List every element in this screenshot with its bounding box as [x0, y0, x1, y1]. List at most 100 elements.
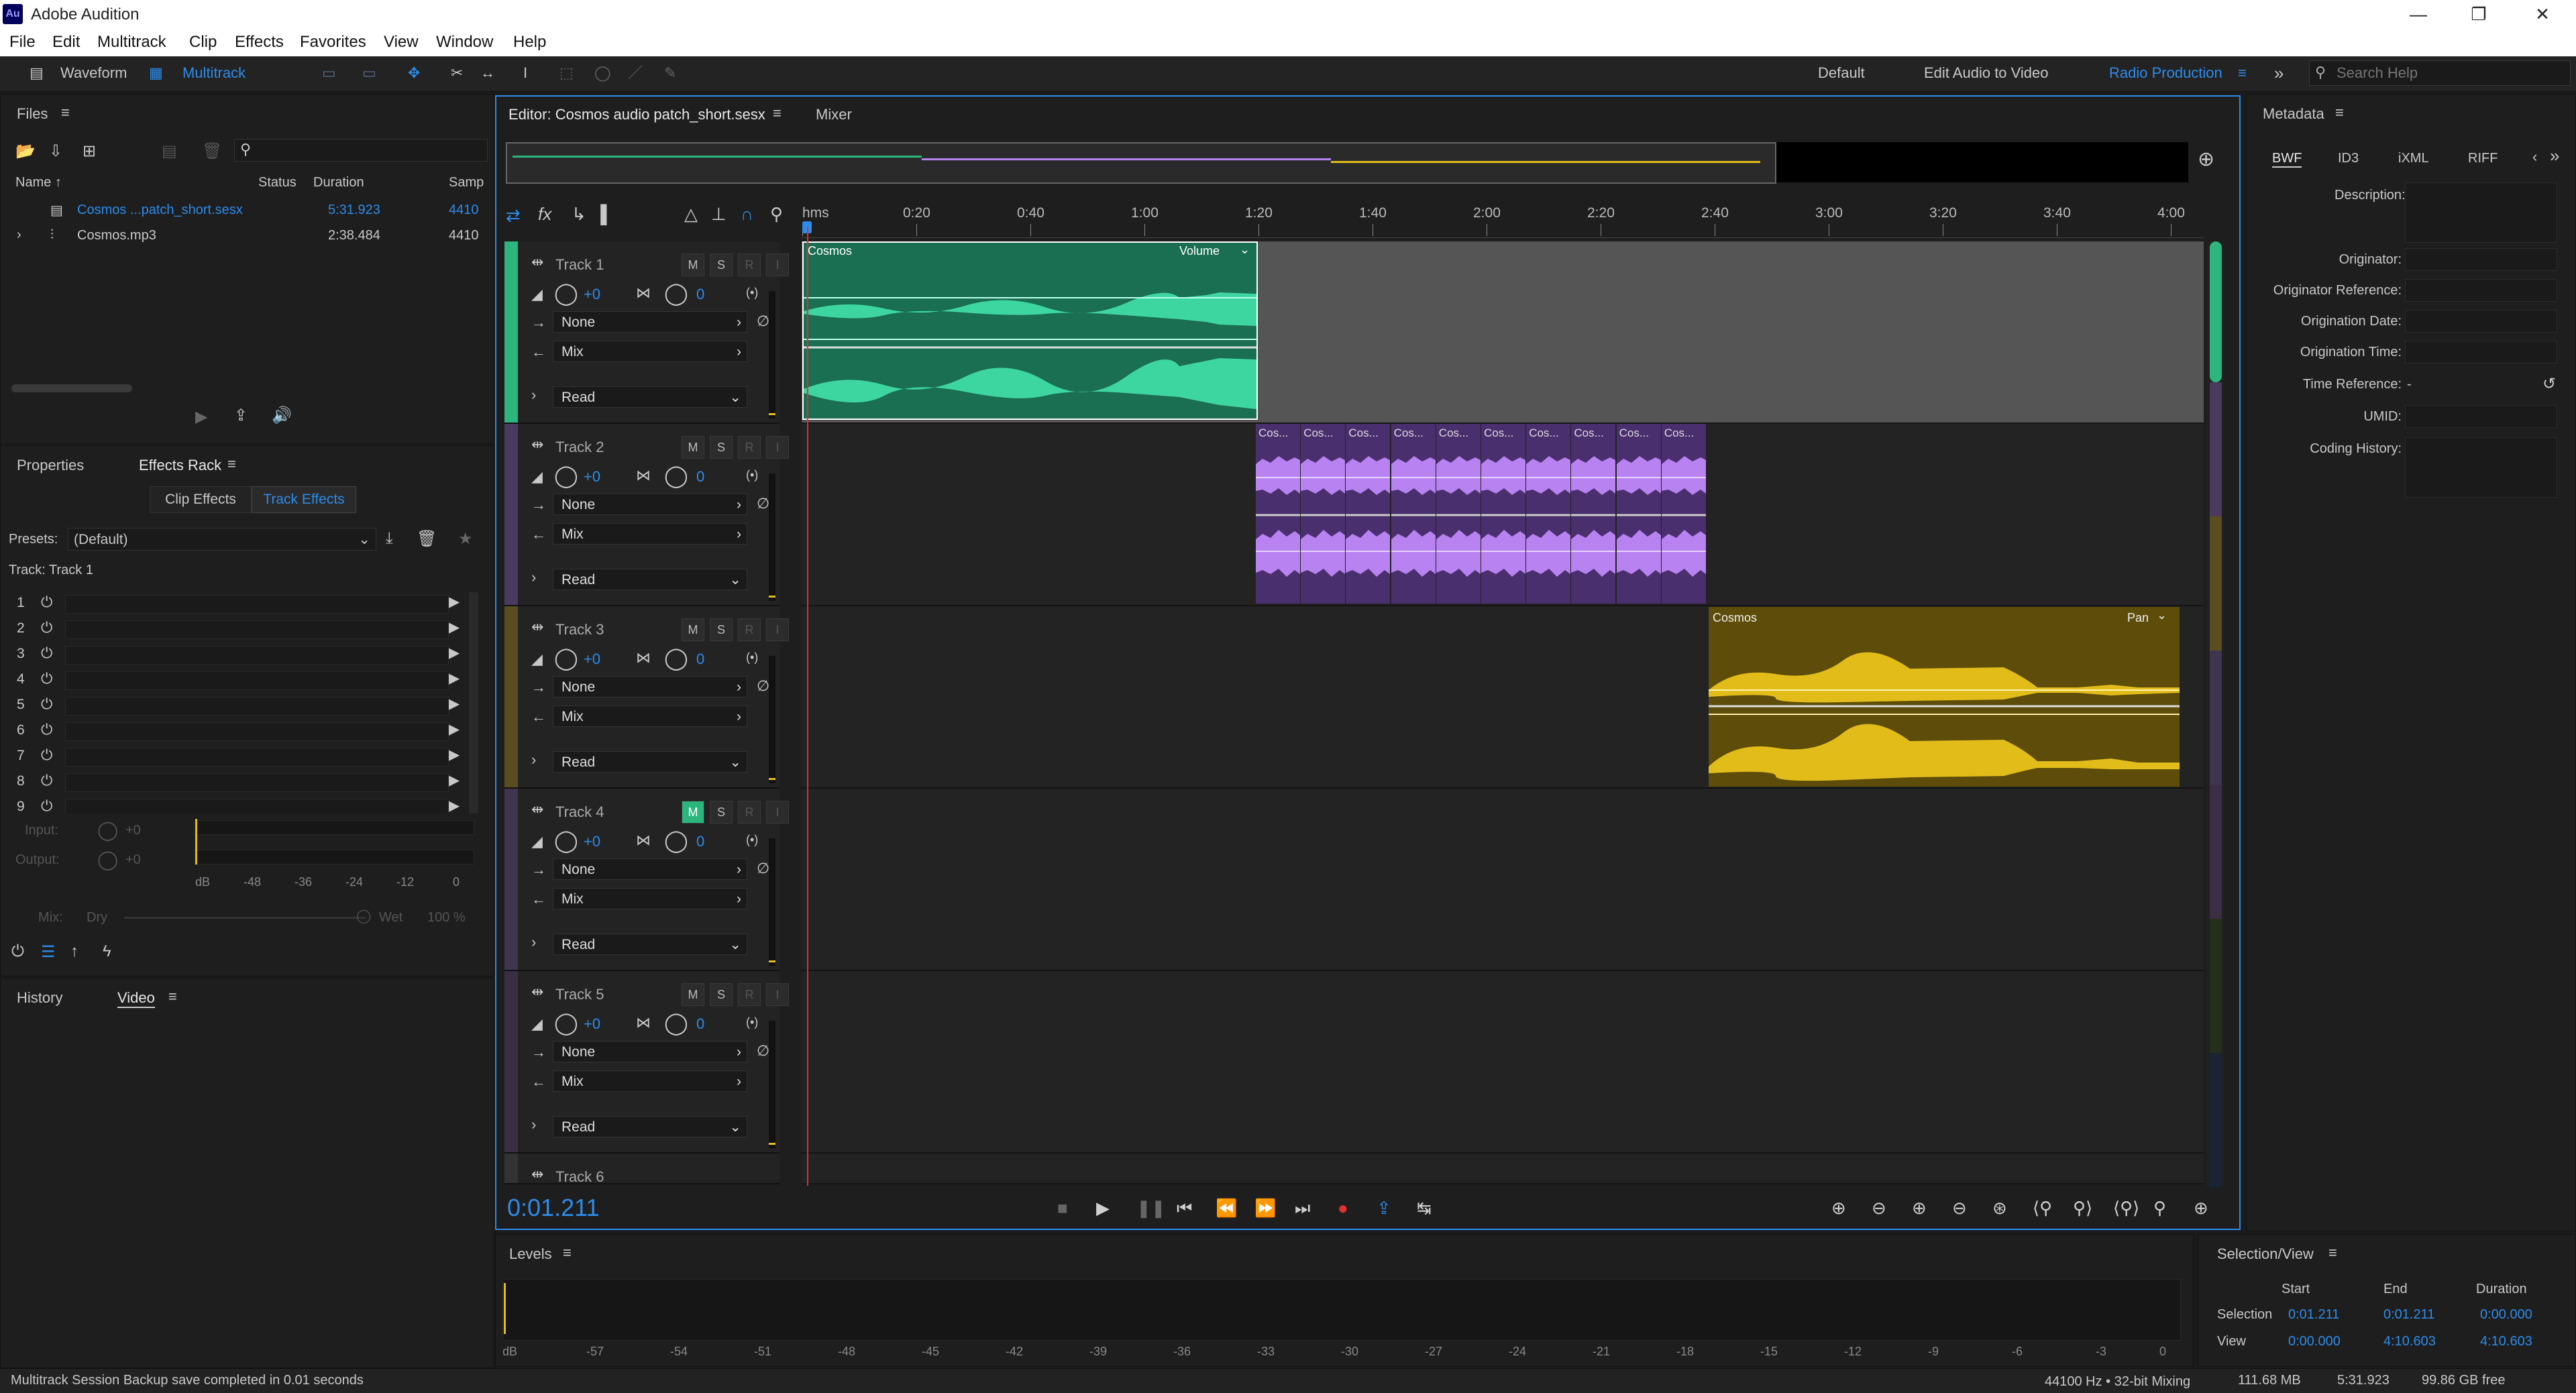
slot-field[interactable] [65, 722, 449, 741]
effect-slot[interactable]: 3 ⏻ ▶ [14, 643, 460, 666]
pan-value[interactable]: 0 [696, 651, 704, 668]
zoom-tracks-icon[interactable]: ⊕ [2194, 1198, 2208, 1219]
track-move-icon[interactable]: ⇹ [531, 436, 543, 453]
track-input-select[interactable]: None › [553, 858, 747, 880]
volume-value[interactable]: +0 [584, 651, 600, 668]
power-icon[interactable]: ⏻ [41, 797, 52, 814]
track-nav-6[interactable] [2210, 919, 2222, 1053]
expand-icon[interactable]: › [531, 569, 536, 586]
tab-video[interactable]: Video [117, 989, 155, 1008]
spectral-pitch-icon[interactable]: ▭ [362, 62, 376, 85]
power-icon[interactable]: ⏻ [41, 772, 52, 789]
pan-knob[interactable]: ◯ [664, 1010, 688, 1036]
track-header[interactable]: ⇹ Track 6 [504, 1154, 780, 1185]
snap-icon[interactable]: ⊥ [711, 204, 727, 225]
orig-ref-field[interactable] [2405, 279, 2557, 302]
zoom-full-icon[interactable]: ⊛ [1992, 1198, 2007, 1219]
input-knob[interactable]: ◯ [97, 819, 118, 841]
levels-menu-icon[interactable]: ≡ [563, 1244, 572, 1262]
metadata-tab-bwf[interactable]: BWF [2272, 151, 2302, 168]
menu-favorites[interactable]: Favorites [300, 33, 366, 52]
track-name[interactable]: Track 3 [555, 621, 604, 638]
slot-field[interactable] [65, 620, 449, 639]
slots-scrollbar[interactable] [469, 592, 478, 814]
clip-segment-track2[interactable]: Cos... [1661, 424, 1707, 604]
pan-value[interactable]: 0 [696, 833, 704, 850]
record-arm-button[interactable]: R [738, 254, 761, 276]
automation-mode-select[interactable]: Read ⌄ [553, 569, 747, 590]
slot-field[interactable] [65, 671, 449, 690]
track-header[interactable]: ⇹ Track 1 M S R I ◢ ◯ +0 ⋈ ◯ 0 (•) → None › ∅ ← Mix › › Read ⌄ [504, 241, 789, 424]
multitrack-button[interactable]: Multitrack [182, 62, 246, 85]
loop-playback-button[interactable]: ⇪ [1377, 1198, 1391, 1219]
clip-cosmos-track3[interactable]: Cosmos Pan ⌄ [1708, 606, 2180, 787]
record-arm-button[interactable]: R [738, 618, 761, 641]
view-start[interactable]: 0:00.000 [2288, 1334, 2341, 1349]
slot-field[interactable] [65, 595, 449, 614]
track-output-select[interactable]: Mix › [553, 341, 747, 362]
track-output-select[interactable]: Mix › [553, 706, 747, 727]
maximize-button[interactable]: ❐ [2449, 1, 2509, 27]
menu-file[interactable]: File [9, 33, 36, 52]
editor-menu-icon[interactable]: ≡ [773, 105, 782, 122]
solo-button[interactable]: S [710, 618, 733, 641]
effect-slot[interactable]: 7 ⏻ ▶ [14, 745, 460, 768]
workspace-default[interactable]: Default [1818, 62, 1865, 85]
volume-knob[interactable]: ◯ [554, 645, 578, 671]
monitor-input-button[interactable]: I [766, 254, 789, 276]
automation-mode-select[interactable]: Read ⌄ [553, 934, 747, 955]
slot-field[interactable] [65, 748, 449, 767]
track-move-icon[interactable]: ⇹ [531, 254, 543, 271]
delete-icon[interactable]: 🗑 [202, 142, 222, 161]
automation-mode-select[interactable]: Read ⌄ [553, 1116, 747, 1137]
mute-button[interactable]: M [682, 801, 704, 824]
selection-start[interactable]: 0:01.211 [2288, 1307, 2339, 1323]
search-input[interactable] [2335, 62, 2559, 84]
list-icon[interactable]: ☰ [41, 942, 56, 962]
zoom-to-selection-icon[interactable]: ⊕ [2198, 148, 2214, 171]
track-nav-1[interactable] [2210, 241, 2222, 382]
volume-value[interactable]: +0 [584, 833, 600, 850]
vertical-scroll-track[interactable] [2207, 241, 2224, 1187]
rewind-button[interactable]: ⏪ [1216, 1198, 1237, 1219]
phase-icon[interactable]: ∅ [757, 1042, 769, 1060]
lasso-icon[interactable]: ◯ [594, 62, 611, 85]
phase-icon[interactable]: ∅ [757, 313, 769, 330]
solo-button[interactable]: S [710, 436, 733, 459]
track-output-select[interactable]: Mix › [553, 888, 747, 909]
track-name[interactable]: Track 5 [555, 986, 604, 1003]
track-input-select[interactable]: None › [553, 676, 747, 698]
workspace-radio[interactable]: Radio Production [2109, 62, 2222, 85]
minimize-button[interactable]: — [2388, 1, 2449, 27]
description-field[interactable] [2405, 182, 2557, 243]
tab-effects-rack[interactable]: Effects Rack [139, 457, 221, 474]
zoom-in-amplitude-icon[interactable]: ⊕ [1831, 1198, 1846, 1219]
track-nav-5[interactable] [2210, 785, 2222, 919]
menu-edit[interactable]: Edit [52, 33, 80, 52]
track-header[interactable]: ⇹ Track 4 M S R I ◢ ◯ +0 ⋈ ◯ 0 (•) → None › ∅ ← Mix › › Read ⌄ [504, 789, 789, 971]
mute-button[interactable]: M [682, 618, 704, 641]
new-file-icon[interactable]: ⊞ [83, 142, 96, 161]
file-row[interactable]: › ⫶ Cosmos.mp3 2:38.484 4410 [1, 223, 492, 247]
track-name[interactable]: Track 1 [555, 256, 604, 274]
expand-icon[interactable]: › [531, 934, 536, 951]
workspace-edit-video[interactable]: Edit Audio to Video [1924, 62, 2049, 85]
clip-envelope-label[interactable]: Volume [1179, 244, 1220, 258]
selection-menu-icon[interactable]: ≡ [2328, 1244, 2337, 1262]
record-arm-button[interactable]: R [738, 983, 761, 1006]
phase-icon[interactable]: ∅ [757, 495, 769, 512]
slot-arrow-icon[interactable]: ▶ [449, 619, 460, 636]
marquee-icon[interactable]: ⬚ [559, 62, 574, 85]
col-duration[interactable]: Duration [313, 175, 364, 190]
spectral-freq-icon[interactable]: ▭ [322, 62, 336, 85]
automation-mode-select[interactable]: Read ⌄ [553, 751, 747, 773]
track-input-select[interactable]: None › [553, 311, 747, 333]
record-button[interactable]: ● [1338, 1198, 1348, 1219]
clip-segment-track2[interactable]: Cos... [1526, 424, 1572, 604]
track-header[interactable]: ⇹ Track 5 M S R I ◢ ◯ +0 ⋈ ◯ 0 (•) → None › ∅ ← Mix › › Read ⌄ [504, 971, 789, 1154]
timecode-display[interactable]: 0:01.211 [507, 1194, 599, 1222]
stereo-icon[interactable]: (•) [746, 1015, 758, 1029]
originator-field[interactable] [2405, 248, 2557, 271]
col-name[interactable]: Name ↑ [15, 175, 62, 190]
output-knob[interactable]: ◯ [97, 848, 118, 871]
